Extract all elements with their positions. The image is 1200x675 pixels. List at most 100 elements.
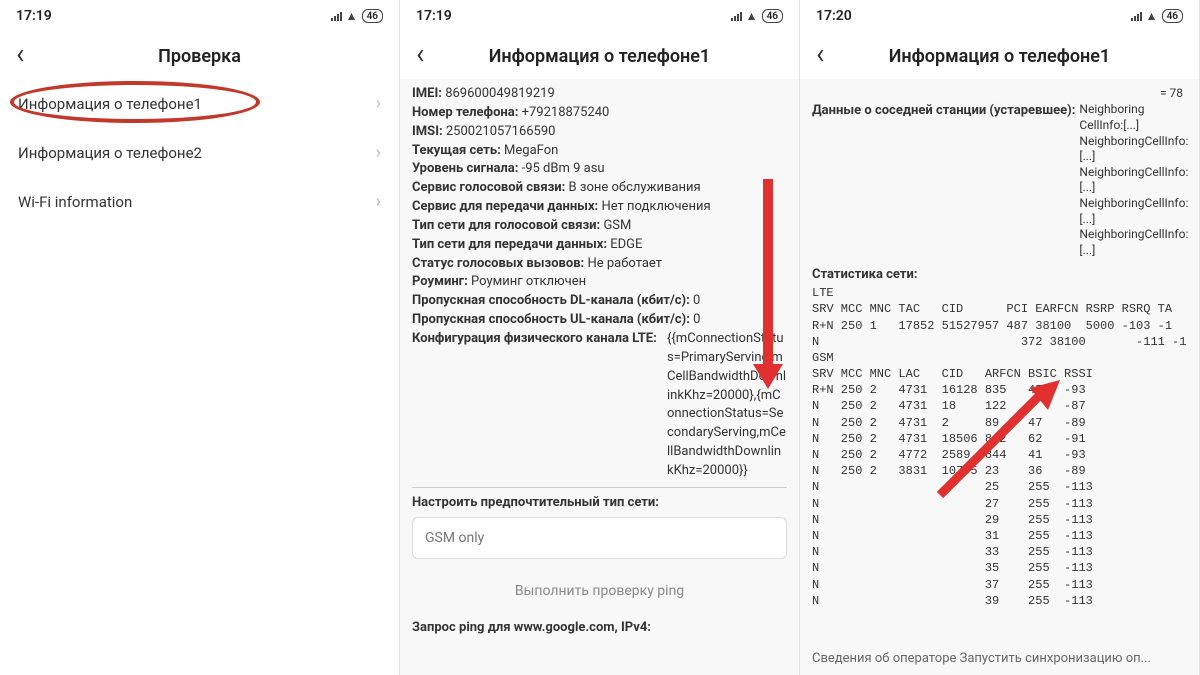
- list-item-label: Информация о телефоне2: [18, 144, 202, 162]
- chevron-right-icon: ›: [376, 191, 381, 212]
- neighbor-label: Данные о соседней станции (устаревшее):: [812, 102, 1075, 121]
- status-right: ▲ 46: [1131, 9, 1183, 23]
- info-label: IMSI:: [412, 124, 443, 139]
- info-label: Тип сети для передачи данных:: [412, 237, 607, 252]
- status-bar: 17:19 ▲ 46: [0, 0, 399, 32]
- preferred-network-label: Настроить предпочтительный тип сети:: [412, 494, 787, 513]
- info-value: MegaFon: [501, 143, 558, 158]
- info-value: 869600049819219: [442, 86, 555, 101]
- preferred-network-block: Настроить предпочтительный тип сети: GSM…: [412, 487, 787, 559]
- info-line: IMEI: 869600049819219: [412, 85, 787, 104]
- status-bar: 17:19 ▲ 46: [400, 0, 799, 32]
- back-button[interactable]: [16, 44, 40, 69]
- wifi-icon: ▲: [746, 9, 758, 23]
- back-button[interactable]: [816, 44, 840, 69]
- info-label: IMEI:: [412, 86, 442, 101]
- wifi-icon: ▲: [346, 9, 358, 23]
- info-line: Номер телефона: +79218875240: [412, 104, 787, 123]
- screen-phone-info-stats: 17:20 ▲ 46 Информация о телефоне1 = 78 Д…: [800, 0, 1200, 675]
- signal-icon: [331, 11, 342, 21]
- ping-query-label: Запрос ping для www.google.com, IPv4:: [412, 619, 787, 638]
- kv-list: IMEI: 869600049819219Номер телефона: +79…: [412, 85, 787, 481]
- info-value: +79218875240: [518, 105, 609, 120]
- status-bar: 17:20 ▲ 46: [800, 0, 1199, 32]
- info-value: 250021057166590: [443, 124, 556, 139]
- status-time: 17:19: [416, 8, 452, 24]
- preferred-network-select[interactable]: GSM only: [412, 517, 787, 559]
- status-time: 17:19: [16, 8, 52, 24]
- neighbor-cell-info: Данные о соседней станции (устаревшее): …: [812, 102, 1187, 258]
- info-label: Пропускная способность UL-канала (кбит/с…: [412, 312, 690, 327]
- list-item-wifi-info[interactable]: Wi-Fi information ›: [0, 177, 399, 226]
- info-label: Конфигурация физического канала LTE:: [412, 330, 657, 349]
- status-right: ▲ 46: [731, 9, 783, 23]
- lte-table-header: LTE SRV MCC MNC TAC CID PCI EARFCN RSRP …: [812, 285, 1187, 317]
- back-button[interactable]: [416, 44, 440, 69]
- info-value: 0: [690, 293, 701, 308]
- info-label: Тип сети для голосовой связи:: [412, 218, 600, 233]
- testing-list: Информация о телефоне1 › Информация о те…: [0, 79, 399, 226]
- battery-icon: 46: [762, 9, 783, 23]
- info-value: -95 dBm 9 asu: [518, 161, 604, 176]
- neighbor-value: Neighboring CellInfo:[...] NeighboringCe…: [1079, 102, 1179, 258]
- info-value: {{mConnectionStatus=PrimaryServing,mCell…: [667, 330, 787, 481]
- battery-icon: 46: [1162, 9, 1183, 23]
- status-time: 17:20: [816, 8, 852, 24]
- info-label: Сервис для передачи данных:: [412, 199, 598, 214]
- battery-icon: 46: [362, 9, 383, 23]
- info-label: Пропускная способность DL-канала (кбит/с…: [412, 293, 690, 308]
- info-value: В зоне обслуживания: [565, 180, 700, 195]
- gsm-table-rows: R+N 250 2 4731 16128 835 45 -93 N 250 2 …: [812, 382, 1187, 609]
- info-value: GSM: [600, 218, 631, 233]
- info-value: EDGE: [607, 237, 642, 252]
- info-label: Текущая сеть:: [412, 143, 501, 158]
- page-title: Информация о телефоне1: [840, 46, 1183, 67]
- info-line: Тип сети для голосовой связи: GSM: [412, 217, 787, 236]
- list-item-phone-info-1[interactable]: Информация о телефоне1 ›: [0, 79, 399, 128]
- top-equals-fragment: = 78: [812, 85, 1187, 102]
- screen-phone-info-basic: 17:19 ▲ 46 Информация о телефоне1 IMEI: …: [400, 0, 800, 675]
- info-label: Статус голосовых вызовов:: [412, 256, 584, 271]
- info-line: Статус голосовых вызовов: Не работает: [412, 255, 787, 274]
- info-line: Пропускная способность DL-канала (кбит/с…: [412, 292, 787, 311]
- info-value: Нет подключения: [598, 199, 710, 214]
- info-line: Роуминг: Роуминг отключен: [412, 273, 787, 292]
- phone-info-body[interactable]: IMEI: 869600049819219Номер телефона: +79…: [400, 79, 799, 675]
- screen-testing-menu: 17:19 ▲ 46 Проверка Информация о телефон…: [0, 0, 400, 675]
- wifi-icon: ▲: [1146, 9, 1158, 23]
- page-title: Проверка: [40, 46, 383, 67]
- phone-info-body[interactable]: = 78 Данные о соседней станции (устаревш…: [800, 79, 1199, 675]
- gsm-table-header: GSM SRV MCC MNC LAC CID ARFCN BSIC RSSI: [812, 350, 1187, 382]
- info-line: Конфигурация физического канала LTE: {{m…: [412, 330, 787, 481]
- info-line: Уровень сигнала: -95 dBm 9 asu: [412, 160, 787, 179]
- info-line: Тип сети для передачи данных: EDGE: [412, 236, 787, 255]
- info-label: Роуминг:: [412, 274, 468, 289]
- info-label: Сервис голосовой связи:: [412, 180, 565, 195]
- info-label: Уровень сигнала:: [412, 161, 518, 176]
- info-value: Роуминг отключен: [468, 274, 586, 289]
- ping-button[interactable]: Выполнить проверку ping: [412, 571, 787, 611]
- network-stats-title: Статистика сети:: [812, 266, 1187, 285]
- nav-header: Информация о телефоне1: [800, 32, 1199, 79]
- info-line: Пропускная способность UL-канала (кбит/с…: [412, 311, 787, 330]
- info-line: Сервис голосовой связи: В зоне обслужива…: [412, 179, 787, 198]
- chevron-right-icon: ›: [376, 142, 381, 163]
- list-item-label: Wi-Fi information: [18, 193, 132, 211]
- nav-header: Проверка: [0, 32, 399, 79]
- footer-operator-snippet: Сведения об операторе Запустить синхрони…: [800, 644, 1199, 669]
- page-title: Информация о телефоне1: [440, 46, 783, 67]
- signal-icon: [731, 11, 742, 21]
- signal-icon: [1131, 11, 1142, 21]
- nav-header: Информация о телефоне1: [400, 32, 799, 79]
- info-line: IMSI: 250021057166590: [412, 123, 787, 142]
- info-label: Номер телефона:: [412, 105, 518, 120]
- info-value: 0: [690, 312, 701, 327]
- status-right: ▲ 46: [331, 9, 383, 23]
- info-line: Сервис для передачи данных: Нет подключе…: [412, 198, 787, 217]
- info-line: Текущая сеть: MegaFon: [412, 142, 787, 161]
- lte-table-rows: R+N 250 1 17852 51527957 487 38100 5000 …: [812, 318, 1187, 350]
- list-item-phone-info-2[interactable]: Информация о телефоне2 ›: [0, 128, 399, 177]
- list-item-label: Информация о телефоне1: [18, 95, 202, 113]
- chevron-right-icon: ›: [376, 93, 381, 114]
- info-value: Не работает: [584, 256, 662, 271]
